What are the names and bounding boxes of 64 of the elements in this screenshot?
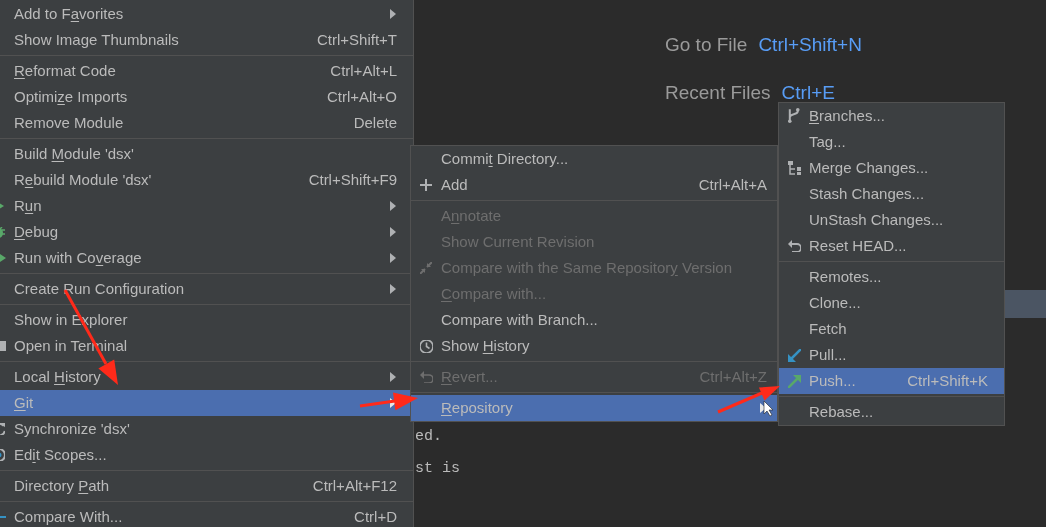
menu-item[interactable]: Local History (0, 364, 413, 390)
menu-item[interactable]: UnStash Changes... (779, 207, 1004, 233)
menu-item[interactable]: Pull... (779, 342, 1004, 368)
shortcut-text: Ctrl+Alt+A (698, 174, 767, 195)
menu-item[interactable]: Show History (411, 333, 777, 359)
submenu-arrow-icon (389, 372, 397, 382)
menu-item[interactable]: Synchronize 'dsx' (0, 416, 413, 442)
menu-item[interactable]: Run with Coverage (0, 245, 413, 271)
menu-item[interactable]: Add Ctrl+Alt+A (411, 172, 777, 198)
code-line: ed. (415, 427, 443, 447)
shortcut-text: Ctrl+Alt+L (330, 60, 397, 81)
shortcut-text: Ctrl+D (354, 506, 397, 527)
diagonal-arrows-icon (420, 262, 432, 274)
menu-item[interactable]: Optimize Imports Ctrl+Alt+O (0, 84, 413, 110)
menu-item[interactable]: Directory Path Ctrl+Alt+F12 (0, 473, 413, 499)
submenu-arrow-icon (389, 227, 397, 237)
cursor-icon (763, 400, 774, 417)
menu-item[interactable]: Branches... (779, 103, 1004, 129)
shortcut-text: Ctrl+Shift+T (316, 29, 397, 50)
menu-item[interactable]: Remotes... (779, 264, 1004, 290)
tree-icon (787, 161, 801, 175)
shortcut-text: Ctrl+Shift+K (907, 370, 988, 391)
menu-item[interactable]: Build Module 'dsx' (0, 141, 413, 167)
code-line: st is (415, 459, 460, 479)
menu-item[interactable]: Remove Module Delete (0, 110, 413, 136)
submenu-arrow-icon (389, 201, 397, 211)
menu-item[interactable]: Reset HEAD... (779, 233, 1004, 259)
shortcut-text: Ctrl+Shift+N (758, 34, 862, 54)
up-right-arrow-icon (787, 374, 801, 388)
hint-label: Go to File (665, 34, 748, 54)
menu-item[interactable]: Merge Changes... (779, 155, 1004, 181)
annotation-arrow (359, 392, 418, 411)
undo-icon (419, 371, 433, 383)
menu-item[interactable]: Rebase... (779, 399, 1004, 425)
menu-item[interactable]: Rebuild Module 'dsx' Ctrl+Shift+F9 (0, 167, 413, 193)
menu-item[interactable]: Show Image Thumbnails Ctrl+Shift+T (0, 27, 413, 53)
menu-item[interactable]: Add to Favorites (0, 1, 413, 27)
branch-icon (788, 108, 800, 124)
menu-item[interactable]: Compare With... Ctrl+D (0, 504, 413, 527)
hint-label: Recent Files (665, 82, 771, 102)
menu-item[interactable]: Create Run Configuration (0, 276, 413, 302)
shortcut-text: Ctrl+E (781, 82, 835, 102)
submenu-arrow-icon (389, 284, 397, 294)
menu-item[interactable]: Stash Changes... (779, 181, 1004, 207)
shortcut-text: Ctrl+Alt+F12 (312, 475, 397, 496)
down-left-arrow-icon (787, 348, 801, 362)
submenu-arrow-icon (389, 253, 397, 263)
shortcut-text: Ctrl+Alt+O (326, 86, 397, 107)
menu-item[interactable]: Compare with Branch... (411, 307, 777, 333)
menu-item[interactable]: Commit Directory... (411, 146, 777, 172)
shortcut-text: Ctrl+Shift+F9 (308, 169, 397, 190)
plus-icon (420, 179, 432, 191)
menu-item[interactable]: Edit Scopes... (0, 442, 413, 468)
menu-item[interactable]: Run (0, 193, 413, 219)
menu-item[interactable]: Tag... (779, 129, 1004, 155)
undo-icon (787, 240, 801, 252)
submenu-arrow-icon (389, 9, 397, 19)
menu-item[interactable]: Clone... (779, 290, 1004, 316)
menu-item[interactable]: Reformat Code Ctrl+Alt+L (0, 58, 413, 84)
shortcut-text: Delete (353, 112, 397, 133)
clock-icon (419, 339, 433, 353)
menu-item[interactable]: Fetch (779, 316, 1004, 342)
annotation-arrow (717, 386, 780, 414)
menu-item[interactable]: Debug (0, 219, 413, 245)
